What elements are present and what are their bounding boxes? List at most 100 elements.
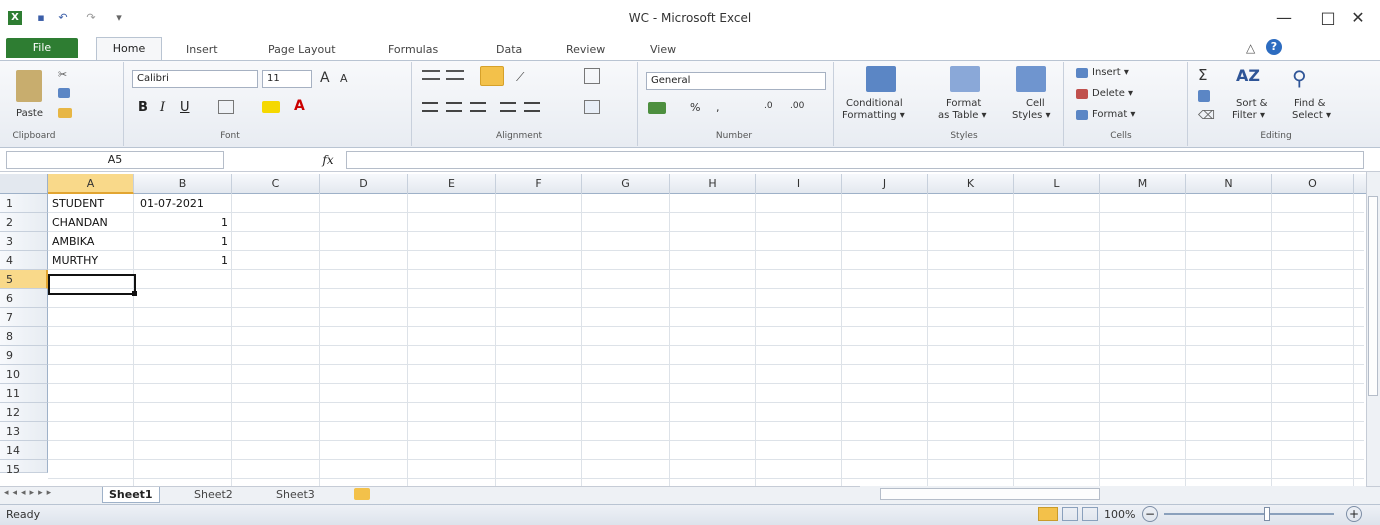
cell-b2[interactable]: 1 bbox=[136, 213, 232, 232]
tab-view[interactable]: View bbox=[646, 40, 680, 60]
row-header-11[interactable]: 11 bbox=[0, 384, 48, 403]
tab-review[interactable]: Review bbox=[562, 40, 609, 60]
column-header-d[interactable]: D bbox=[320, 174, 408, 194]
sort-filter-icon[interactable]: AZ bbox=[1236, 66, 1260, 85]
tab-page-layout[interactable]: Page Layout bbox=[264, 40, 340, 60]
find-select-icon[interactable]: ⚲ bbox=[1292, 66, 1307, 90]
borders-icon[interactable] bbox=[218, 100, 234, 114]
tab-file[interactable]: File bbox=[6, 38, 78, 58]
insert-cells-button[interactable]: Insert ▾ bbox=[1092, 67, 1129, 78]
cell-a3[interactable]: AMBIKA bbox=[50, 232, 136, 251]
align-bottom-icon[interactable] bbox=[480, 66, 504, 86]
increase-decimal-icon[interactable]: .0 bbox=[764, 101, 773, 111]
increase-indent-icon[interactable] bbox=[524, 102, 540, 112]
row-header-8[interactable]: 8 bbox=[0, 327, 48, 346]
row-header-14[interactable]: 14 bbox=[0, 441, 48, 460]
number-format-select[interactable]: General bbox=[646, 72, 826, 90]
tab-home[interactable]: Home bbox=[96, 37, 162, 61]
fill-color-icon[interactable] bbox=[262, 101, 280, 113]
conditional-formatting-label-2[interactable]: Formatting ▾ bbox=[842, 110, 905, 121]
cell-a1[interactable]: STUDENT bbox=[50, 194, 136, 213]
delete-cells-button[interactable]: Delete ▾ bbox=[1092, 88, 1133, 99]
column-header-n[interactable]: N bbox=[1186, 174, 1272, 194]
column-header-a[interactable]: A bbox=[48, 174, 134, 194]
autosum-icon[interactable]: Σ bbox=[1198, 66, 1207, 84]
cell-styles-label[interactable]: Cell bbox=[1026, 98, 1045, 109]
column-header-o[interactable]: O bbox=[1272, 174, 1354, 194]
row-header-15[interactable]: 15 bbox=[0, 460, 48, 476]
cell-b4[interactable]: 1 bbox=[136, 251, 232, 270]
sheet-tab-sheet1[interactable]: Sheet1 bbox=[102, 487, 160, 503]
sheet-tab-sheet3[interactable]: Sheet3 bbox=[270, 487, 321, 503]
copy-icon[interactable] bbox=[58, 88, 70, 98]
column-header-e[interactable]: E bbox=[408, 174, 496, 194]
column-header-l[interactable]: L bbox=[1014, 174, 1100, 194]
column-header-m[interactable]: M bbox=[1100, 174, 1186, 194]
insert-sheet-icon[interactable] bbox=[354, 488, 370, 500]
font-color-icon[interactable]: A bbox=[294, 98, 305, 114]
decrease-decimal-icon[interactable]: .00 bbox=[790, 101, 804, 111]
delete-cells-icon[interactable] bbox=[1076, 89, 1088, 99]
sort-filter-label[interactable]: Sort & bbox=[1236, 98, 1267, 109]
column-header-h[interactable]: H bbox=[670, 174, 756, 194]
column-header-c[interactable]: C bbox=[232, 174, 320, 194]
format-as-table-label-2[interactable]: as Table ▾ bbox=[938, 110, 987, 121]
row-header-10[interactable]: 10 bbox=[0, 365, 48, 384]
merge-center-icon[interactable] bbox=[584, 100, 600, 114]
accounting-format-icon[interactable] bbox=[648, 102, 666, 114]
row-header-3[interactable]: 3 bbox=[0, 232, 48, 251]
select-all-corner[interactable] bbox=[0, 174, 48, 194]
cell-a4[interactable]: MURTHY bbox=[50, 251, 136, 270]
cut-icon[interactable]: ✂ bbox=[58, 68, 70, 81]
fill-handle[interactable] bbox=[132, 291, 137, 296]
sheet-tab-sheet2[interactable]: Sheet2 bbox=[188, 487, 239, 503]
cell-b3[interactable]: 1 bbox=[136, 232, 232, 251]
clear-icon[interactable]: ⌫ bbox=[1198, 108, 1215, 122]
column-header-g[interactable]: G bbox=[582, 174, 670, 194]
column-header-j[interactable]: J bbox=[842, 174, 928, 194]
tab-formulas[interactable]: Formulas bbox=[384, 40, 442, 60]
fill-icon[interactable] bbox=[1198, 90, 1210, 102]
decrease-indent-icon[interactable] bbox=[500, 102, 516, 112]
row-header-5[interactable]: 5 bbox=[0, 270, 48, 289]
insert-cells-icon[interactable] bbox=[1076, 68, 1088, 78]
align-left-icon[interactable] bbox=[422, 102, 438, 112]
insert-function-icon[interactable]: fx bbox=[318, 151, 338, 169]
align-middle-icon[interactable] bbox=[446, 70, 464, 80]
row-header-4[interactable]: 4 bbox=[0, 251, 48, 270]
format-as-table-icon[interactable] bbox=[950, 66, 980, 92]
row-header-2[interactable]: 2 bbox=[0, 213, 48, 232]
find-select-label[interactable]: Find & bbox=[1294, 98, 1325, 109]
page-layout-view-icon[interactable] bbox=[1062, 507, 1078, 521]
column-header-b[interactable]: B bbox=[134, 174, 232, 194]
column-header-i[interactable]: I bbox=[756, 174, 842, 194]
orientation-icon[interactable]: ⟋ bbox=[516, 70, 524, 85]
comma-style-icon[interactable]: , bbox=[716, 101, 720, 114]
format-cells-button[interactable]: Format ▾ bbox=[1092, 109, 1135, 120]
column-header-f[interactable]: F bbox=[496, 174, 582, 194]
cell-b1[interactable]: 01-07-2021 bbox=[136, 194, 232, 213]
minimize-ribbon-icon[interactable]: △ bbox=[1246, 41, 1255, 55]
row-header-12[interactable]: 12 bbox=[0, 403, 48, 422]
formula-input[interactable] bbox=[346, 151, 1364, 169]
format-painter-icon[interactable] bbox=[58, 108, 72, 118]
cell-styles-label-2[interactable]: Styles ▾ bbox=[1012, 110, 1051, 121]
sheet-navigation-icon[interactable]: ◂◂◂▸▸▸ bbox=[4, 488, 55, 498]
row-header-9[interactable]: 9 bbox=[0, 346, 48, 365]
zoom-level[interactable]: 100% bbox=[1104, 508, 1135, 521]
font-name-select[interactable]: Calibri bbox=[132, 70, 258, 88]
row-header-6[interactable]: 6 bbox=[0, 289, 48, 308]
format-cells-icon[interactable] bbox=[1076, 110, 1088, 120]
align-center-icon[interactable] bbox=[446, 102, 462, 112]
grow-font-icon[interactable]: A bbox=[320, 70, 330, 86]
row-header-7[interactable]: 7 bbox=[0, 308, 48, 327]
italic-icon[interactable]: I bbox=[160, 100, 165, 115]
cell-styles-icon[interactable] bbox=[1016, 66, 1046, 92]
zoom-slider[interactable] bbox=[1164, 513, 1334, 515]
redo-icon[interactable]: ↷ bbox=[84, 11, 98, 25]
paste-icon[interactable] bbox=[16, 70, 42, 102]
minimize-button[interactable]: — bbox=[1262, 4, 1306, 32]
horizontal-scroll-thumb[interactable] bbox=[880, 488, 1100, 500]
row-header-13[interactable]: 13 bbox=[0, 422, 48, 441]
conditional-formatting-icon[interactable] bbox=[866, 66, 896, 92]
